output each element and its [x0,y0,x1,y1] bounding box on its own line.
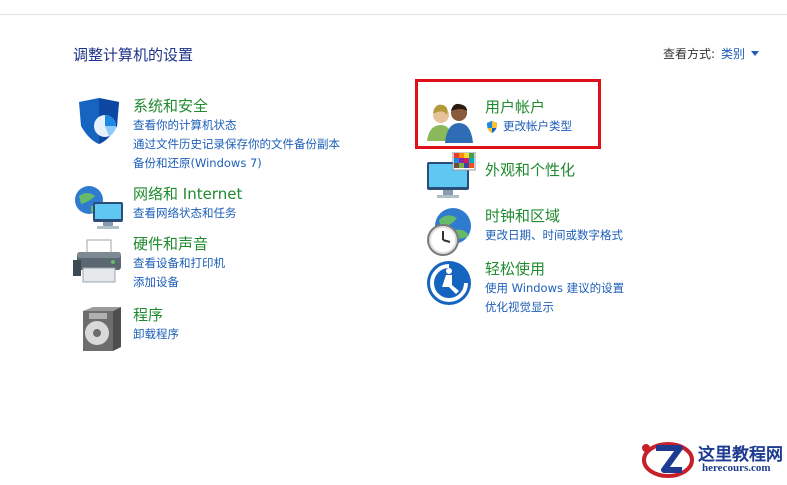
monitor-palette-icon[interactable] [425,152,477,204]
page-title: 调整计算机的设置 [73,46,194,64]
link-change-date-time-format[interactable]: 更改日期、时间或数字格式 [485,226,623,245]
category-title-system-security[interactable]: 系统和安全 [133,96,340,116]
link-add-device[interactable]: 添加设备 [133,273,225,292]
link-windows-recommended-settings[interactable]: 使用 Windows 建议的设置 [485,279,624,298]
programs-disc-icon[interactable] [73,305,125,357]
clock-globe-icon[interactable] [425,206,477,258]
category-title-hardware-sound[interactable]: 硬件和声音 [133,234,225,254]
highlight-box [415,79,601,149]
printer-icon[interactable] [73,234,125,286]
chevron-down-icon [751,51,759,56]
category-title-clock-region[interactable]: 时钟和区域 [485,206,623,226]
view-by-dropdown[interactable]: 类别 [721,45,759,62]
link-view-computer-status[interactable]: 查看你的计算机状态 [133,116,340,135]
category-title-ease-of-access[interactable]: 轻松使用 [485,259,624,279]
watermark-text-en: herecours.com [702,462,771,474]
link-file-history[interactable]: 通过文件历史记录保存你的文件备份副本 [133,135,340,154]
category-title-network[interactable]: 网络和 Internet [133,184,242,204]
view-by-label: 查看方式: [662,47,715,61]
link-devices-printers[interactable]: 查看设备和打印机 [133,254,225,273]
network-globe-icon[interactable] [73,184,125,236]
ease-of-access-icon[interactable] [425,259,477,311]
link-uninstall-program[interactable]: 卸载程序 [133,325,179,344]
category-title-appearance[interactable]: 外观和个性化 [485,160,575,180]
shield-icon[interactable] [73,96,125,148]
top-divider [0,14,787,15]
watermark-logo: 这里教程网 herecours.com [640,438,787,481]
link-network-status[interactable]: 查看网络状态和任务 [133,204,242,223]
category-title-programs[interactable]: 程序 [133,305,179,325]
link-backup-restore[interactable]: 备份和还原(Windows 7) [133,154,340,173]
view-by-control: 查看方式: 类别 [663,45,759,62]
view-by-value: 类别 [720,47,745,61]
link-optimize-visual-display[interactable]: 优化视觉显示 [485,298,624,317]
watermark-emblem-icon [642,442,694,478]
